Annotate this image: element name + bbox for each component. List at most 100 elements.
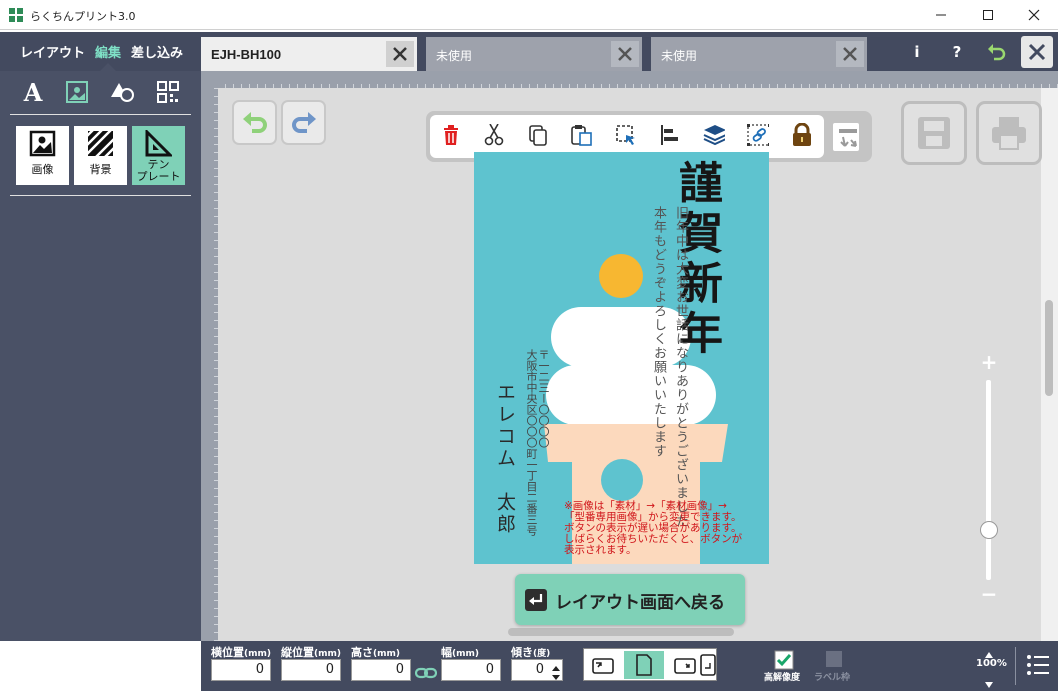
layers-icon — [703, 125, 725, 146]
zoom-slider-knob[interactable] — [980, 521, 998, 539]
horizontal-scrollbar[interactable] — [508, 628, 734, 636]
title-bar: らくちんプリント3.0 — [0, 0, 1058, 30]
doc-tab-label: 未使用 — [661, 49, 698, 63]
ruler-ticks — [218, 71, 1058, 88]
minimize-button[interactable] — [918, 0, 964, 30]
angle-spinner[interactable] — [551, 664, 561, 685]
undo-history-button[interactable] — [983, 38, 1011, 66]
mode-tab-merge[interactable]: 差し込み — [131, 42, 183, 61]
app-header: レイアウト 編集 差し込み EJH-BH100 未使用 未使用 i ? — [0, 32, 1058, 71]
label-frame-label: ラベル枠 — [814, 673, 851, 683]
paste-button[interactable] — [571, 123, 593, 147]
align-left-icon — [661, 125, 678, 145]
field-label: 横位置 — [211, 646, 244, 659]
close-icon — [393, 47, 407, 61]
doc-tab-label: 未使用 — [436, 49, 473, 63]
zoom-down-button[interactable] — [985, 677, 993, 691]
help-button[interactable]: ? — [943, 38, 971, 66]
rotate-right-button[interactable] — [670, 651, 700, 679]
close-app-button[interactable] — [1021, 36, 1053, 68]
rotate-page-button[interactable] — [826, 117, 866, 157]
field-label: 傾き — [511, 646, 533, 659]
copy-icon — [529, 125, 547, 146]
checkbox-disabled-icon — [826, 651, 842, 667]
category-template-button[interactable]: テン プレート — [132, 126, 185, 185]
field-unit: (mm) — [373, 649, 400, 659]
window-title: らくちんプリント3.0 — [30, 10, 136, 23]
return-icon — [525, 589, 547, 611]
zoom-out-button[interactable]: − — [980, 584, 998, 604]
doc-tab-2[interactable]: 未使用 — [426, 37, 642, 71]
chain-link-icon — [414, 667, 438, 679]
label-frame-checkbox[interactable] — [825, 650, 843, 671]
mode-tab-edit[interactable]: 編集 — [95, 42, 121, 61]
qr-tool-button[interactable] — [155, 79, 181, 105]
scissors-icon — [484, 124, 504, 146]
doc-tab-3[interactable]: 未使用 — [651, 37, 867, 71]
select-button[interactable] — [615, 123, 637, 147]
maximize-button[interactable] — [965, 0, 1011, 30]
save-button[interactable] — [901, 101, 967, 165]
spinner-arrows-icon — [552, 666, 560, 680]
zoom-slider-track[interactable] — [986, 380, 991, 580]
width-field: 幅(mm) 0 — [441, 644, 501, 681]
y-position-input[interactable]: 0 — [281, 659, 341, 681]
maximize-icon — [983, 10, 993, 20]
doc-tab-1[interactable]: EJH-BH100 — [201, 37, 417, 71]
postcard-preview[interactable]: 謹賀新年 旧年中は大変お世話になりありがとうございました 本年もどうぞよろしくお… — [474, 152, 769, 564]
shape-tool-button[interactable] — [109, 79, 135, 105]
scrollbar-thumb[interactable] — [1045, 300, 1053, 396]
rotate-left-button[interactable] — [588, 651, 618, 679]
sender-name: エレコム 太郎 — [494, 382, 516, 536]
lock-button[interactable] — [791, 123, 813, 147]
group-button[interactable] — [747, 123, 769, 147]
vertical-scrollbar[interactable] — [1041, 88, 1058, 641]
portrait-flip-button[interactable] — [698, 651, 718, 679]
close-tab-button[interactable] — [611, 41, 639, 67]
back-to-layout-button[interactable]: レイアウト画面へ戻る — [515, 574, 745, 625]
print-button[interactable] — [976, 101, 1042, 165]
undo-icon — [242, 111, 267, 133]
image-tool-button[interactable] — [64, 79, 90, 105]
mode-tab-layout[interactable]: レイアウト — [20, 42, 85, 61]
message-line-2: 本年もどうぞよろしくお願いいたします — [651, 206, 666, 458]
layers-button[interactable] — [703, 123, 725, 147]
text-tool-button[interactable]: A — [20, 78, 46, 107]
printer-icon — [992, 117, 1026, 150]
set-square-icon — [145, 130, 172, 157]
app-logo-icon — [9, 8, 23, 22]
close-tab-button[interactable] — [836, 41, 864, 67]
left-panel: A 画像 背景 テン プレート — [0, 71, 201, 641]
ruler-ticks — [201, 88, 218, 641]
field-label: 高さ — [351, 646, 373, 659]
height-input[interactable]: 0 — [351, 659, 411, 681]
trash-icon — [444, 125, 458, 145]
x-position-input[interactable]: 0 — [211, 659, 271, 681]
zoom-in-button[interactable]: + — [980, 352, 998, 372]
close-window-button[interactable] — [1011, 0, 1057, 30]
high-res-label: 高解像度 — [764, 673, 801, 683]
shape-icon — [111, 83, 134, 102]
category-background-button[interactable]: 背景 — [74, 126, 127, 185]
redo-icon — [291, 111, 316, 133]
align-button[interactable] — [659, 123, 681, 147]
divider — [10, 114, 191, 115]
redo-button[interactable] — [281, 100, 326, 145]
close-icon — [1028, 9, 1040, 21]
category-image-button[interactable]: 画像 — [16, 126, 69, 185]
portrait-page-icon — [636, 654, 652, 676]
portrait-button[interactable] — [624, 651, 664, 679]
width-input[interactable]: 0 — [441, 659, 501, 681]
info-button[interactable]: i — [903, 38, 931, 66]
undo-button[interactable] — [232, 100, 277, 145]
copy-button[interactable] — [527, 123, 549, 147]
delete-button[interactable] — [440, 123, 462, 147]
close-tab-button[interactable] — [386, 41, 414, 67]
height-field: 高さ(mm) 0 — [351, 644, 411, 681]
cut-button[interactable] — [483, 123, 505, 147]
portrait-rotate-icon — [700, 654, 716, 676]
category-label: 背景 — [89, 163, 112, 176]
aspect-lock-button[interactable] — [414, 666, 438, 683]
menu-button[interactable] — [1026, 654, 1050, 679]
message-line-1: 旧年中は大変お世話になりありがとうございました — [673, 206, 688, 528]
